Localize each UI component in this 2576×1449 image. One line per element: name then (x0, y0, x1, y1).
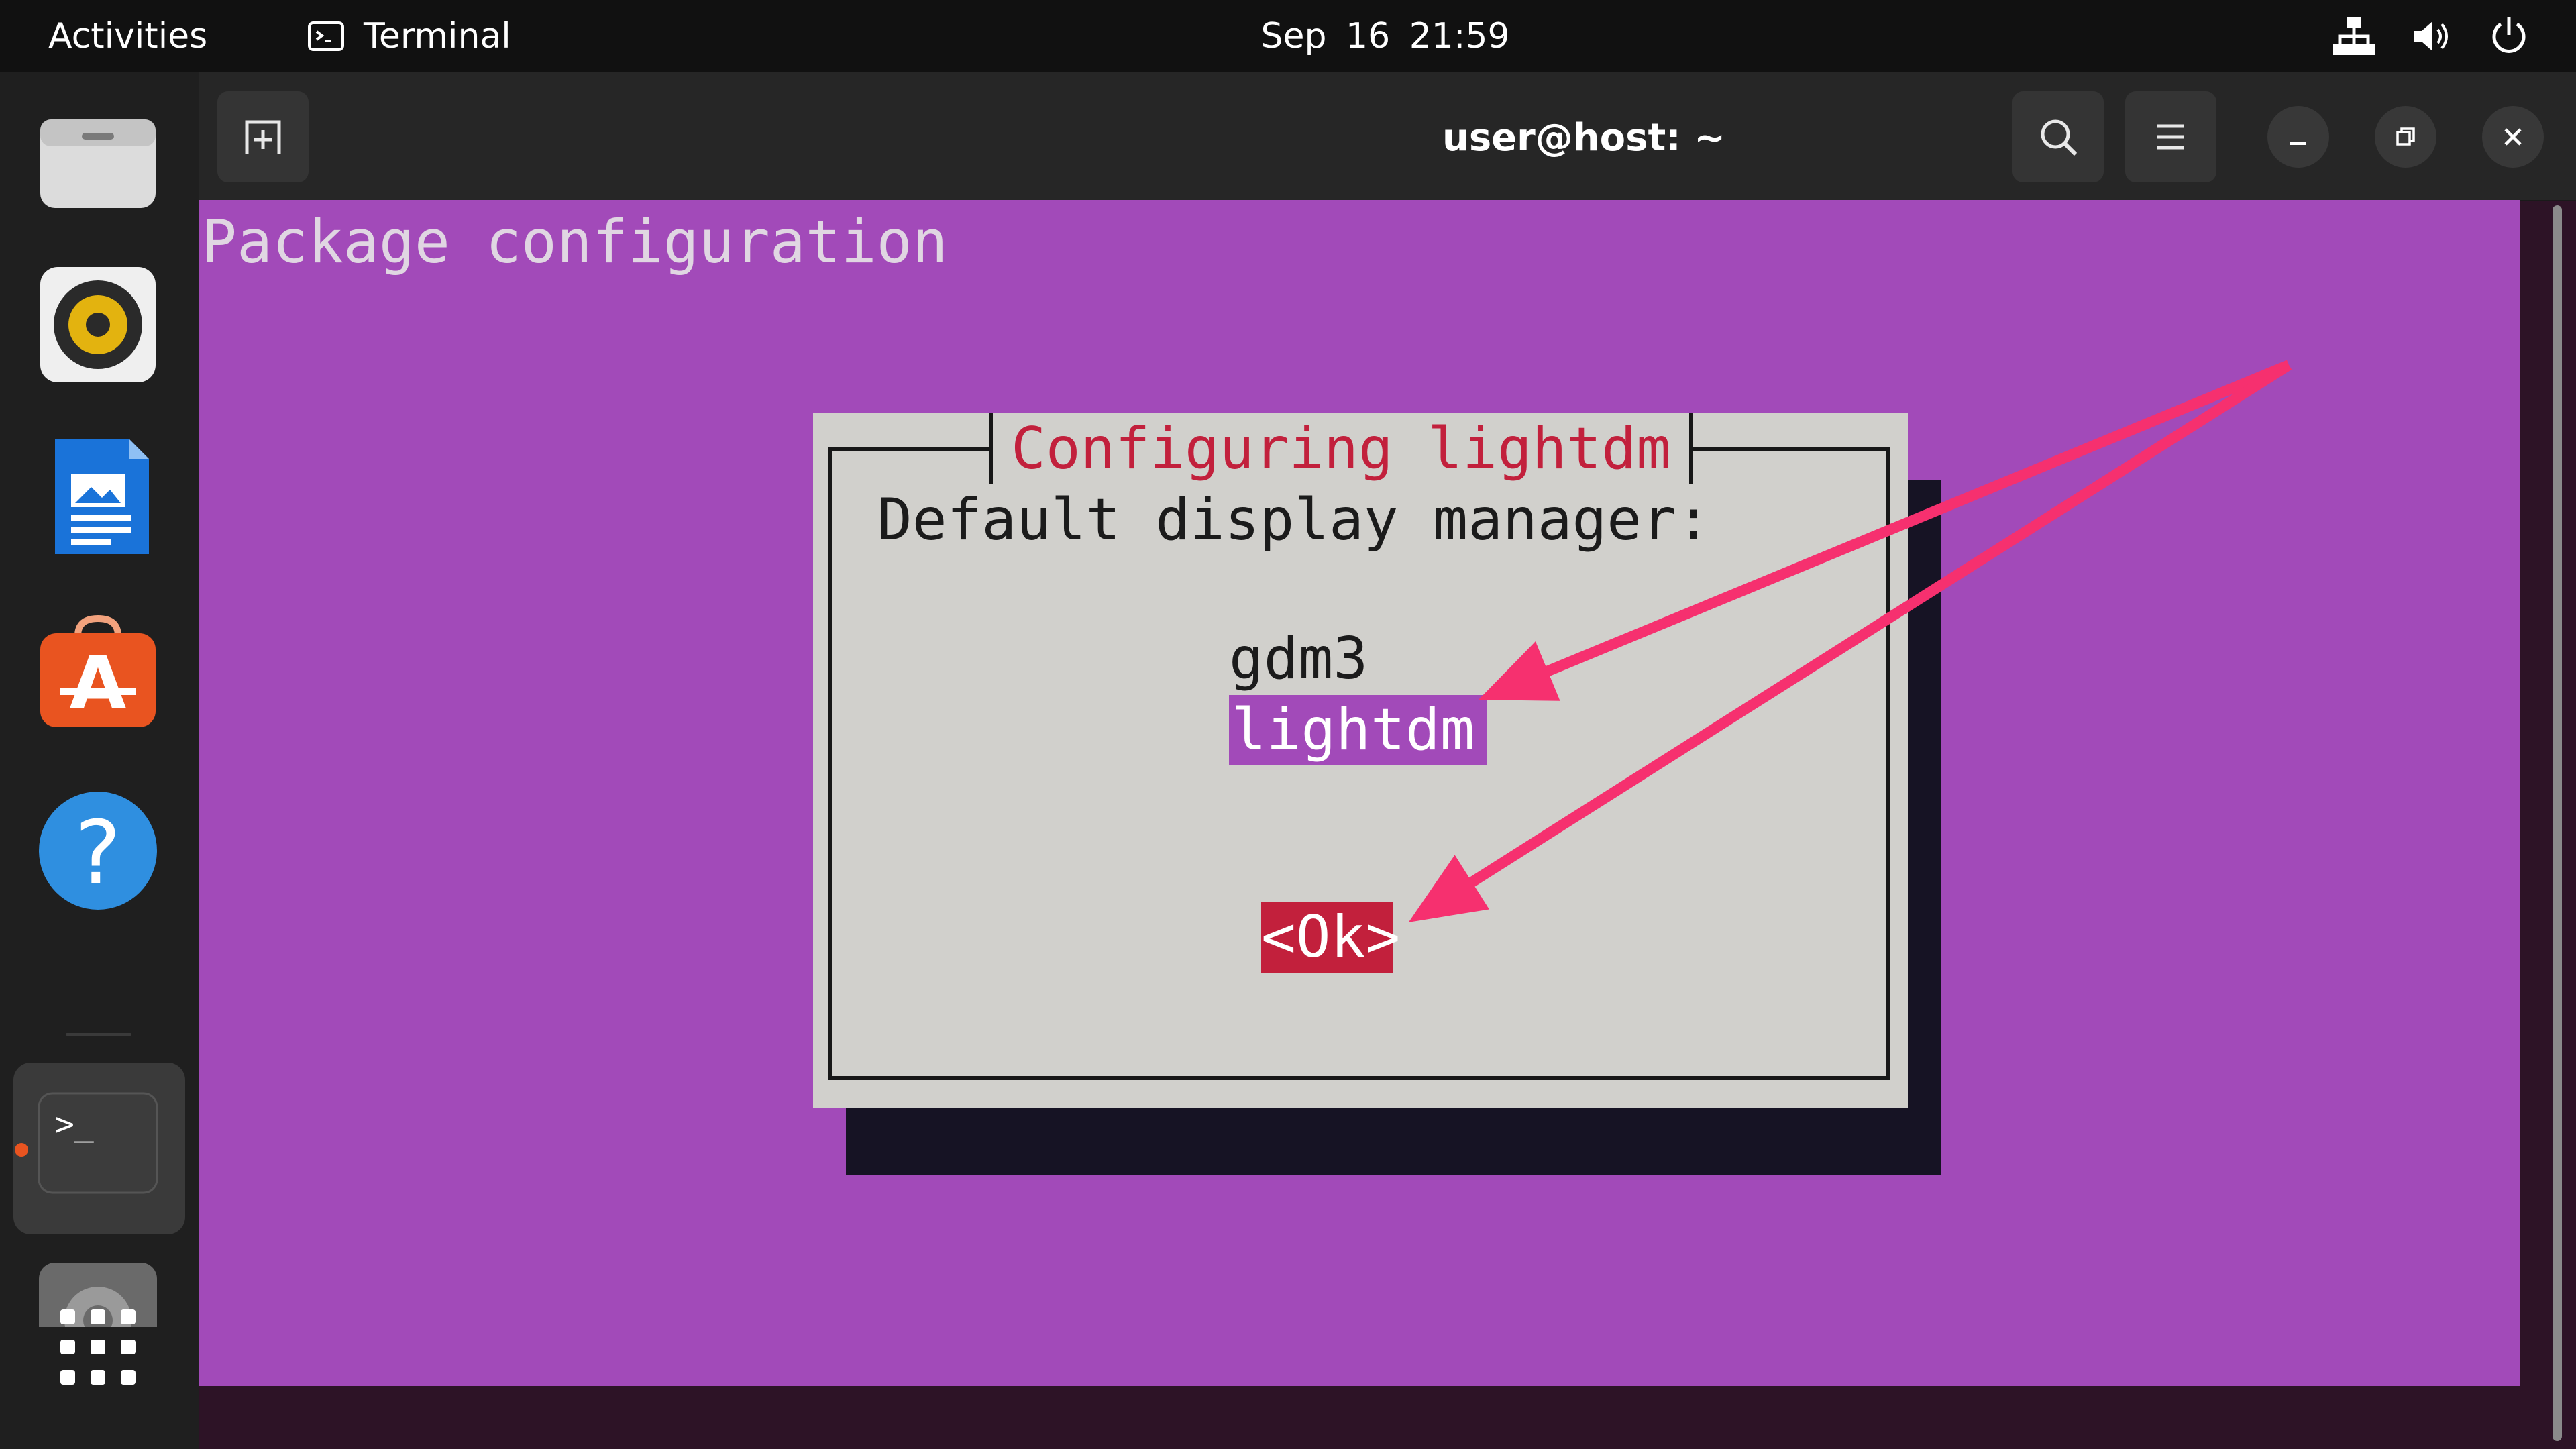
configuring-dialog: Configuring lightdm Default display mana… (813, 413, 1908, 1108)
rhythmbox-icon[interactable] (38, 264, 158, 385)
terminal-content[interactable]: Package configuration Configuring lightd… (199, 200, 2520, 1386)
menu-button[interactable] (2125, 91, 2216, 182)
power-icon[interactable] (2489, 16, 2529, 56)
volume-icon[interactable] (2411, 16, 2455, 56)
restore-button[interactable] (2375, 106, 2436, 168)
terminal-window: user@host: ~ Package configuration Confi… (199, 72, 2576, 1449)
close-button[interactable] (2482, 106, 2544, 168)
menu-icon (2157, 124, 2184, 150)
window-title: user@host: ~ (1442, 116, 1726, 160)
terminal-icon[interactable]: >_ (38, 1088, 158, 1209)
dock-separator (66, 1033, 131, 1036)
minimize-button[interactable] (2267, 106, 2329, 168)
search-icon (2041, 119, 2078, 156)
app-menu-terminal[interactable]: Terminal (307, 12, 511, 60)
package-configuration-header: Package configuration (201, 207, 948, 276)
dialog-title: Configuring lightdm (989, 413, 1693, 484)
svg-text:?: ? (75, 802, 121, 904)
show-apps-icon[interactable] (38, 1287, 158, 1407)
terminal-icon (308, 21, 344, 51)
app-menu-label: Terminal (364, 16, 511, 56)
header-bar: user@host: ~ (199, 72, 2576, 201)
dialog-prompt: Default display manager: (877, 486, 1711, 553)
option-gdm3[interactable]: gdm3 (1229, 623, 1368, 694)
writer-icon[interactable] (38, 436, 158, 557)
top-bar: Activities Terminal Sep 16 21:59 (0, 0, 2576, 72)
files-icon[interactable] (38, 103, 158, 224)
svg-text:A: A (69, 640, 126, 726)
close-icon (2504, 128, 2522, 146)
option-lightdm[interactable]: lightdm (1229, 695, 1487, 765)
restore-icon (2396, 127, 2415, 146)
running-indicator (15, 1143, 28, 1157)
minimize-icon (2290, 142, 2306, 145)
new-tab-icon (245, 120, 281, 154)
search-button[interactable] (2012, 91, 2104, 182)
clock[interactable]: Sep 16 21:59 (1201, 12, 1570, 60)
ok-button[interactable]: <Ok> (1261, 902, 1400, 973)
dock: A ? >_ (0, 72, 199, 1449)
help-icon[interactable]: ? (38, 790, 158, 911)
svg-text:>_: >_ (55, 1106, 94, 1143)
new-tab-button[interactable] (217, 91, 309, 182)
network-icon[interactable] (2332, 16, 2376, 56)
app-center-icon[interactable]: A (38, 609, 158, 730)
scrollbar[interactable] (2553, 205, 2562, 1441)
activities-button[interactable]: Activities (48, 12, 207, 60)
